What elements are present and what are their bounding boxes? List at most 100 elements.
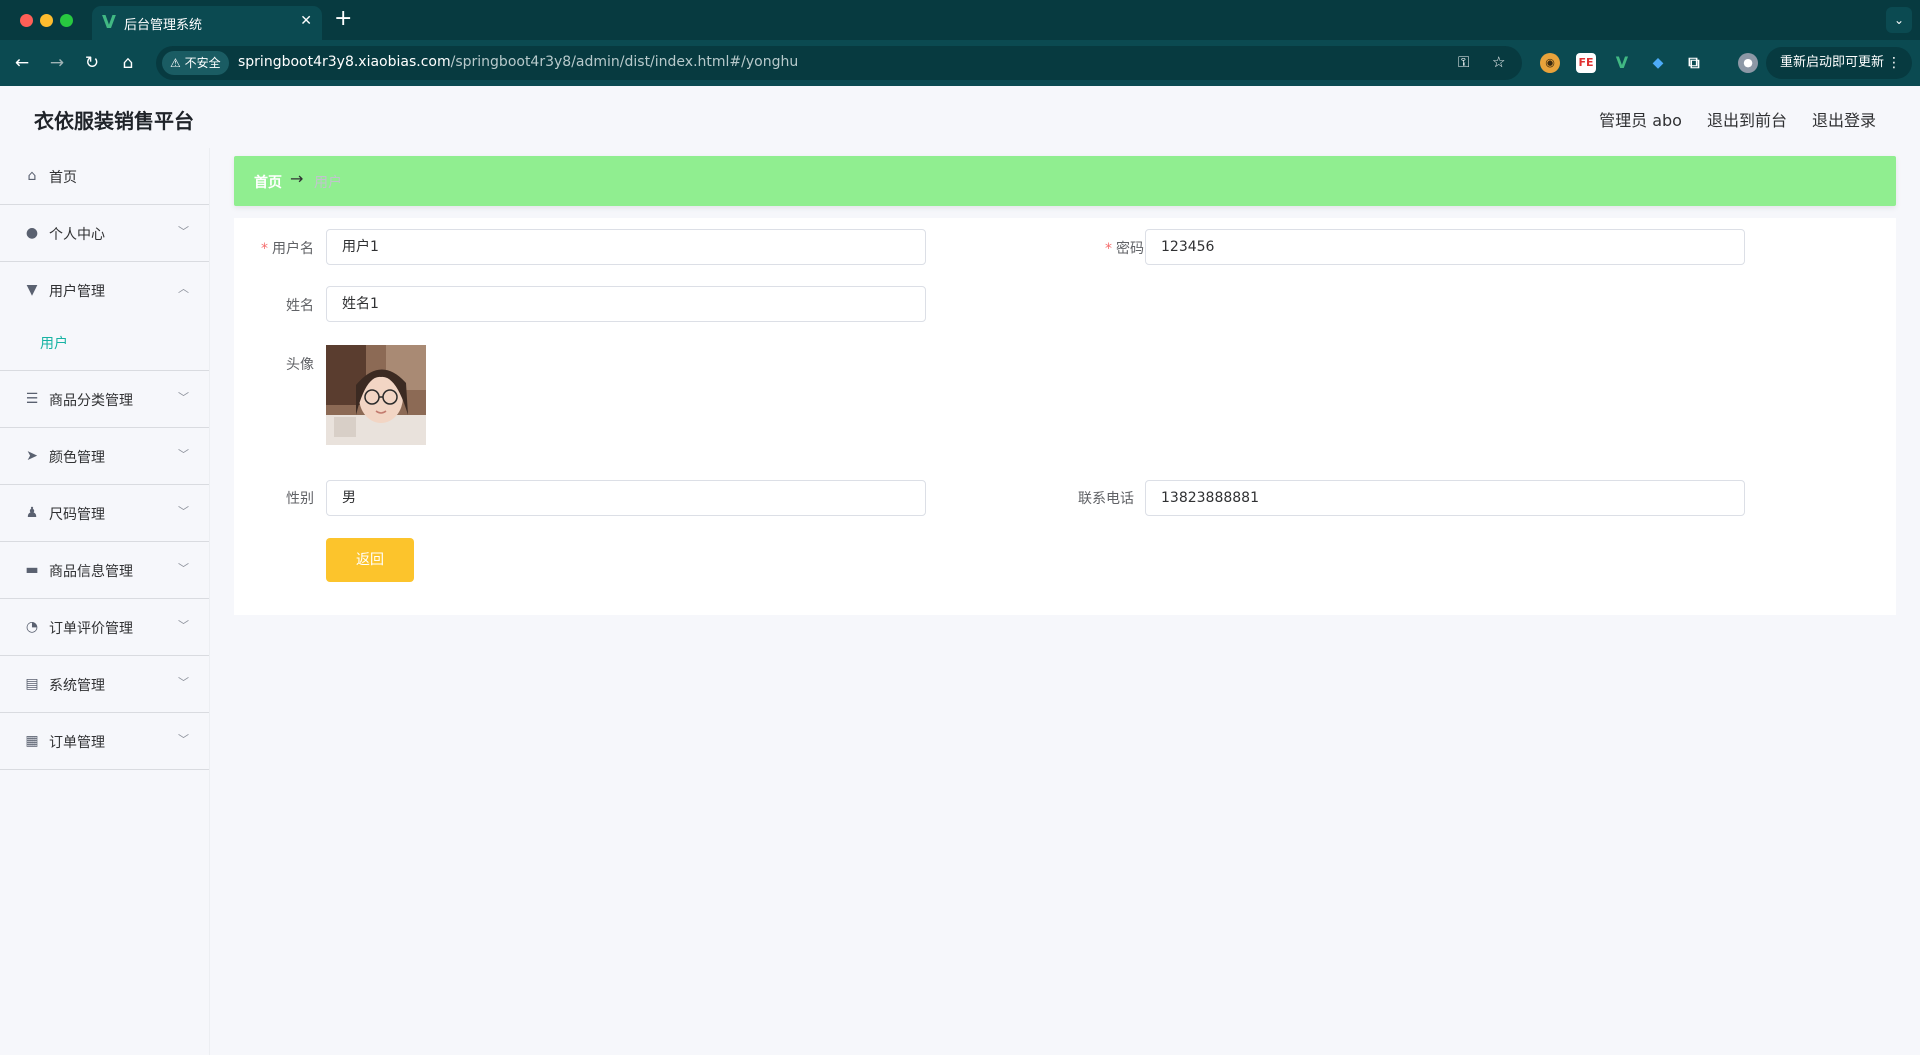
relaunch-update-button[interactable]: 重新启动即可更新 ⋮	[1765, 47, 1912, 79]
logout-link[interactable]: 退出登录	[1812, 107, 1876, 131]
sidebar-item-home[interactable]: ⌂ 首页	[0, 148, 209, 205]
key-icon[interactable]: ⚿	[1458, 53, 1469, 71]
password-label-text: 密码	[1116, 241, 1144, 257]
required-mark: *	[1105, 241, 1112, 257]
gauge-icon: ◔	[25, 619, 39, 635]
sidebar-item-label: 商品信息管理	[49, 564, 133, 580]
username-label-text: 用户名	[272, 241, 314, 257]
sidebar-submenu-user-management: 用户	[0, 319, 209, 371]
sidebar-item-label: 订单管理	[49, 735, 105, 751]
phone-field[interactable]: 13823888881	[1145, 480, 1745, 516]
chevron-down-icon: ﹀	[178, 733, 189, 746]
sidebar-item-system-management[interactable]: ▤ 系统管理 ﹀	[0, 656, 209, 713]
extension-vue-icon[interactable]: V	[1612, 53, 1632, 73]
header-links: 管理员 abo 退出到前台 退出登录	[1599, 107, 1876, 131]
warning-triangle-icon: ⚠	[170, 56, 181, 70]
gender-field[interactable]: 男	[326, 480, 926, 516]
extension-fe-icon[interactable]: FE	[1576, 53, 1596, 73]
chevron-down-icon: ﹀	[178, 562, 189, 575]
extension-owl-icon[interactable]: ◉	[1540, 53, 1560, 73]
back-button[interactable]: 返回	[326, 538, 414, 582]
list-icon: ☰	[25, 391, 39, 407]
chevron-down-icon: ﹀	[178, 619, 189, 632]
message-icon: ▬	[25, 562, 39, 578]
phone-label: 联系电话	[1078, 491, 1134, 507]
reload-icon[interactable]: ↻	[80, 51, 104, 75]
sidebar-item-category-management[interactable]: ☰ 商品分类管理 ﹀	[0, 371, 209, 428]
exit-to-front-link[interactable]: 退出到前台	[1707, 107, 1787, 131]
breadcrumb-home-link[interactable]: 首页	[254, 172, 282, 192]
extensions-puzzle-icon[interactable]: ⧉	[1684, 53, 1704, 73]
password-label: * 密码	[1084, 238, 1144, 258]
chevron-down-icon: ﹀	[178, 391, 189, 404]
sidebar-item-color-management[interactable]: ➤ 颜色管理 ﹀	[0, 428, 209, 485]
url-path: /springboot4r3y8/admin/dist/index.html#/…	[450, 54, 799, 70]
security-chip[interactable]: ⚠ 不安全	[162, 51, 229, 75]
browser-tab-bar: V 后台管理系统 ✕ + ⌄	[0, 0, 1920, 40]
pin-icon: ▼	[26, 282, 38, 298]
browser-toolbar: ← → ↻ ⌂ ⚠ 不安全 springboot4r3y8.xiaobias.c…	[0, 40, 1920, 86]
breadcrumb: 首页 → 用户	[234, 156, 1896, 206]
name-label: 姓名	[286, 298, 314, 314]
chevron-down-icon: ﹀	[178, 225, 189, 238]
window-close-button[interactable]	[20, 14, 33, 27]
send-icon: ➤	[26, 448, 38, 464]
tab-search-chevron-icon[interactable]: ⌄	[1886, 7, 1912, 33]
vue-favicon-icon: V	[102, 12, 116, 33]
sidebar-menu: ⌂ 首页 ● 个人中心 ﹀ ▼ 用户管理 ︿ 用户 ☰ 商品分类管理 ﹀ ➤ 颜…	[0, 148, 210, 1055]
sidebar-item-label: 系统管理	[49, 678, 105, 694]
window-minimize-button[interactable]	[40, 14, 53, 27]
chevron-down-icon: ﹀	[178, 676, 189, 689]
gender-label: 性别	[286, 491, 314, 507]
admin-user-label[interactable]: 管理员 abo	[1599, 107, 1682, 131]
sidebar-item-order-review-management[interactable]: ◔ 订单评价管理 ﹀	[0, 599, 209, 656]
bookmark-star-icon[interactable]: ☆	[1492, 53, 1505, 71]
password-field[interactable]: 123456	[1145, 229, 1745, 265]
username-field[interactable]: 用户1	[326, 229, 926, 265]
chevron-up-icon: ︿	[178, 282, 189, 295]
sidebar-item-label: 颜色管理	[49, 450, 105, 466]
url-host: springboot4r3y8.xiaobias.com	[238, 54, 451, 70]
back-arrow-icon[interactable]: ←	[10, 51, 34, 75]
new-tab-button[interactable]: +	[334, 6, 352, 32]
sidebar-item-user-management[interactable]: ▼ 用户管理 ︿	[0, 262, 209, 319]
breadcrumb-current: 用户	[314, 175, 342, 191]
user-icon: ●	[25, 225, 39, 241]
stamp-icon: ♟	[25, 505, 39, 521]
address-bar[interactable]: ⚠ 不安全 springboot4r3y8.xiaobias.com/sprin…	[156, 46, 1522, 80]
sidebar-item-order-management[interactable]: ▦ 订单管理 ﹀	[0, 713, 209, 770]
chevron-down-icon: ﹀	[178, 448, 189, 461]
security-label: 不安全	[184, 56, 221, 70]
forward-arrow-icon[interactable]: →	[45, 51, 69, 75]
sidebar-item-personal-center[interactable]: ● 个人中心 ﹀	[0, 205, 209, 262]
name-field[interactable]: 姓名1	[326, 286, 926, 322]
extension-gem-icon[interactable]: ◆	[1648, 53, 1668, 73]
sidebar-item-product-info-management[interactable]: ▬ 商品信息管理 ﹀	[0, 542, 209, 599]
kebab-menu-icon[interactable]: ⋮	[1887, 47, 1901, 79]
clipboard-icon: ▤	[25, 676, 39, 692]
username-label: * 用户名	[260, 238, 314, 258]
sidebar-item-label: 首页	[49, 170, 77, 186]
profile-avatar-icon[interactable]: ●	[1738, 53, 1758, 73]
avatar-image[interactable]	[326, 345, 426, 445]
grid-icon: ▦	[25, 733, 39, 749]
app-header: 衣依服装销售平台 管理员 abo 退出到前台 退出登录	[0, 86, 1920, 148]
sidebar-item-size-management[interactable]: ♟ 尺码管理 ﹀	[0, 485, 209, 542]
sidebar-subitem-user[interactable]: 用户	[40, 333, 68, 353]
home-page-icon[interactable]: ⌂	[116, 51, 140, 75]
browser-tab-active[interactable]: V 后台管理系统 ✕	[92, 6, 322, 40]
window-zoom-button[interactable]	[60, 14, 73, 27]
sidebar-item-label: 订单评价管理	[49, 621, 133, 637]
avatar-label: 头像	[286, 357, 314, 373]
sidebar-item-label: 商品分类管理	[49, 393, 133, 409]
breadcrumb-arrow-icon: →	[290, 169, 304, 188]
home-icon: ⌂	[27, 168, 37, 184]
required-mark: *	[261, 241, 268, 257]
app-title: 衣依服装销售平台	[34, 109, 194, 133]
user-detail-form: * 用户名 用户1 * 密码 123456 姓名 姓名1 头像 性别 男 联系电话 …	[234, 218, 1896, 615]
tab-close-icon[interactable]: ✕	[300, 13, 312, 29]
url-text[interactable]: springboot4r3y8.xiaobias.com/springboot4…	[238, 54, 798, 70]
chevron-down-icon: ﹀	[178, 505, 189, 518]
sidebar-item-label: 用户管理	[49, 284, 105, 300]
sidebar-item-label: 个人中心	[49, 227, 105, 243]
